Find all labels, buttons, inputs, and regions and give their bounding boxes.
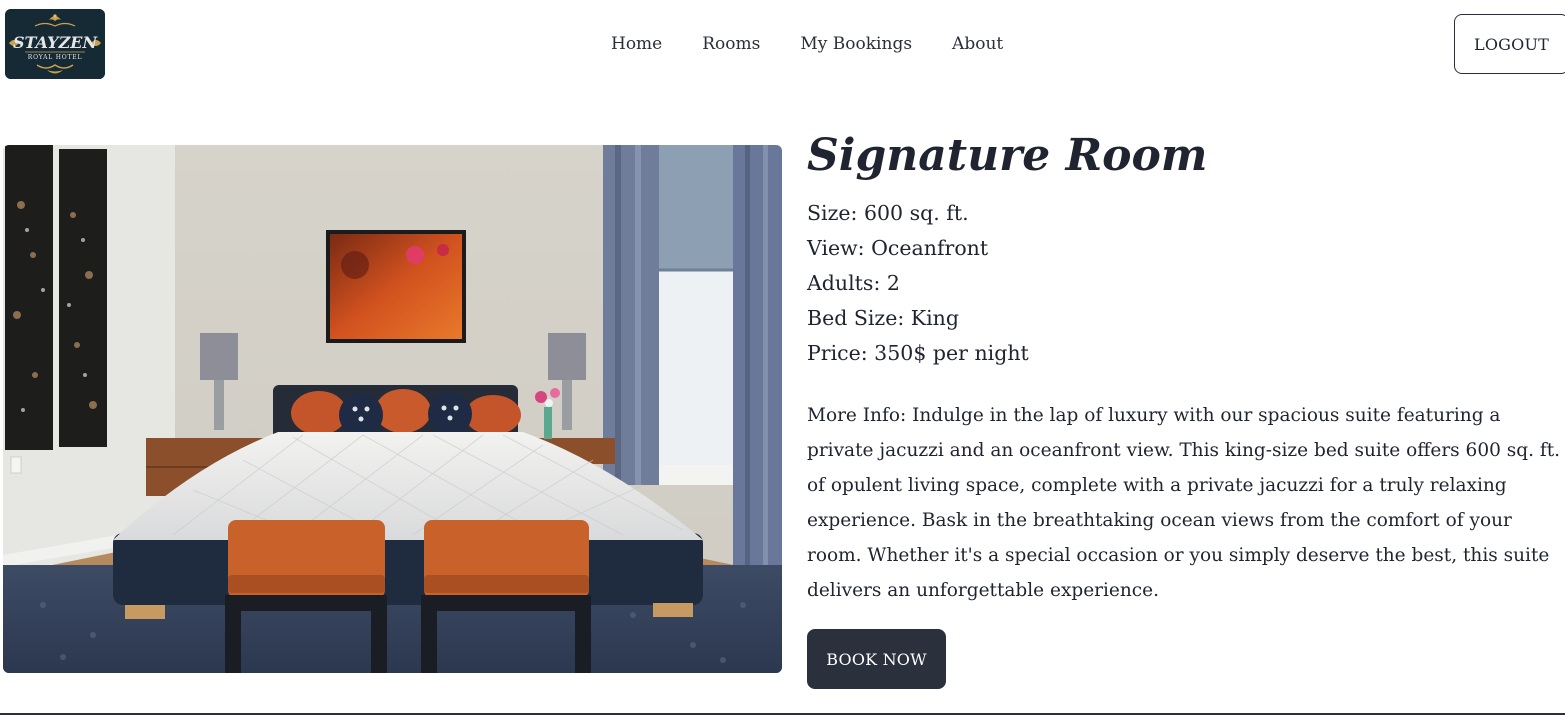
room-photo [3, 145, 782, 673]
nav-home[interactable]: Home [611, 34, 662, 58]
logo-brand-text: STAYZEN [13, 33, 99, 52]
spec-price: Price: 350$ per night [807, 341, 1029, 365]
room-details: Signature Room Size: 600 sq. ft. View: O… [807, 128, 1565, 627]
spec-bed-size: Bed Size: King [807, 306, 959, 330]
site-header: STAYZEN ROYAL HOTEL Home Rooms My Bookin… [0, 0, 1565, 90]
hotel-logo[interactable]: STAYZEN ROYAL HOTEL [5, 9, 105, 79]
spec-view: View: Oceanfront [807, 236, 989, 260]
room-spec-list: Size: 600 sq. ft. View: Oceanfront Adult… [807, 196, 1565, 371]
nav-about[interactable]: About [952, 34, 1003, 58]
room-description: More Info: Indulge in the lap of luxury … [807, 405, 1561, 601]
bedroom-illustration [3, 145, 782, 673]
spec-adults: Adults: 2 [807, 271, 900, 295]
nav-my-bookings[interactable]: My Bookings [800, 34, 912, 58]
nav-rooms[interactable]: Rooms [702, 34, 760, 58]
room-details-page: STAYZEN ROYAL HOTEL Home Rooms My Bookin… [0, 0, 1565, 715]
spec-size: Size: 600 sq. ft. [807, 201, 969, 225]
logout-button[interactable]: LOGOUT [1454, 14, 1565, 74]
room-title: Signature Room [807, 130, 1208, 181]
logo-subtitle-text: ROYAL HOTEL [28, 54, 82, 61]
book-now-button[interactable]: BOOK NOW [807, 629, 946, 689]
main-nav: Home Rooms My Bookings About [611, 34, 1003, 58]
logo-emblem: STAYZEN ROYAL HOTEL [5, 9, 105, 79]
